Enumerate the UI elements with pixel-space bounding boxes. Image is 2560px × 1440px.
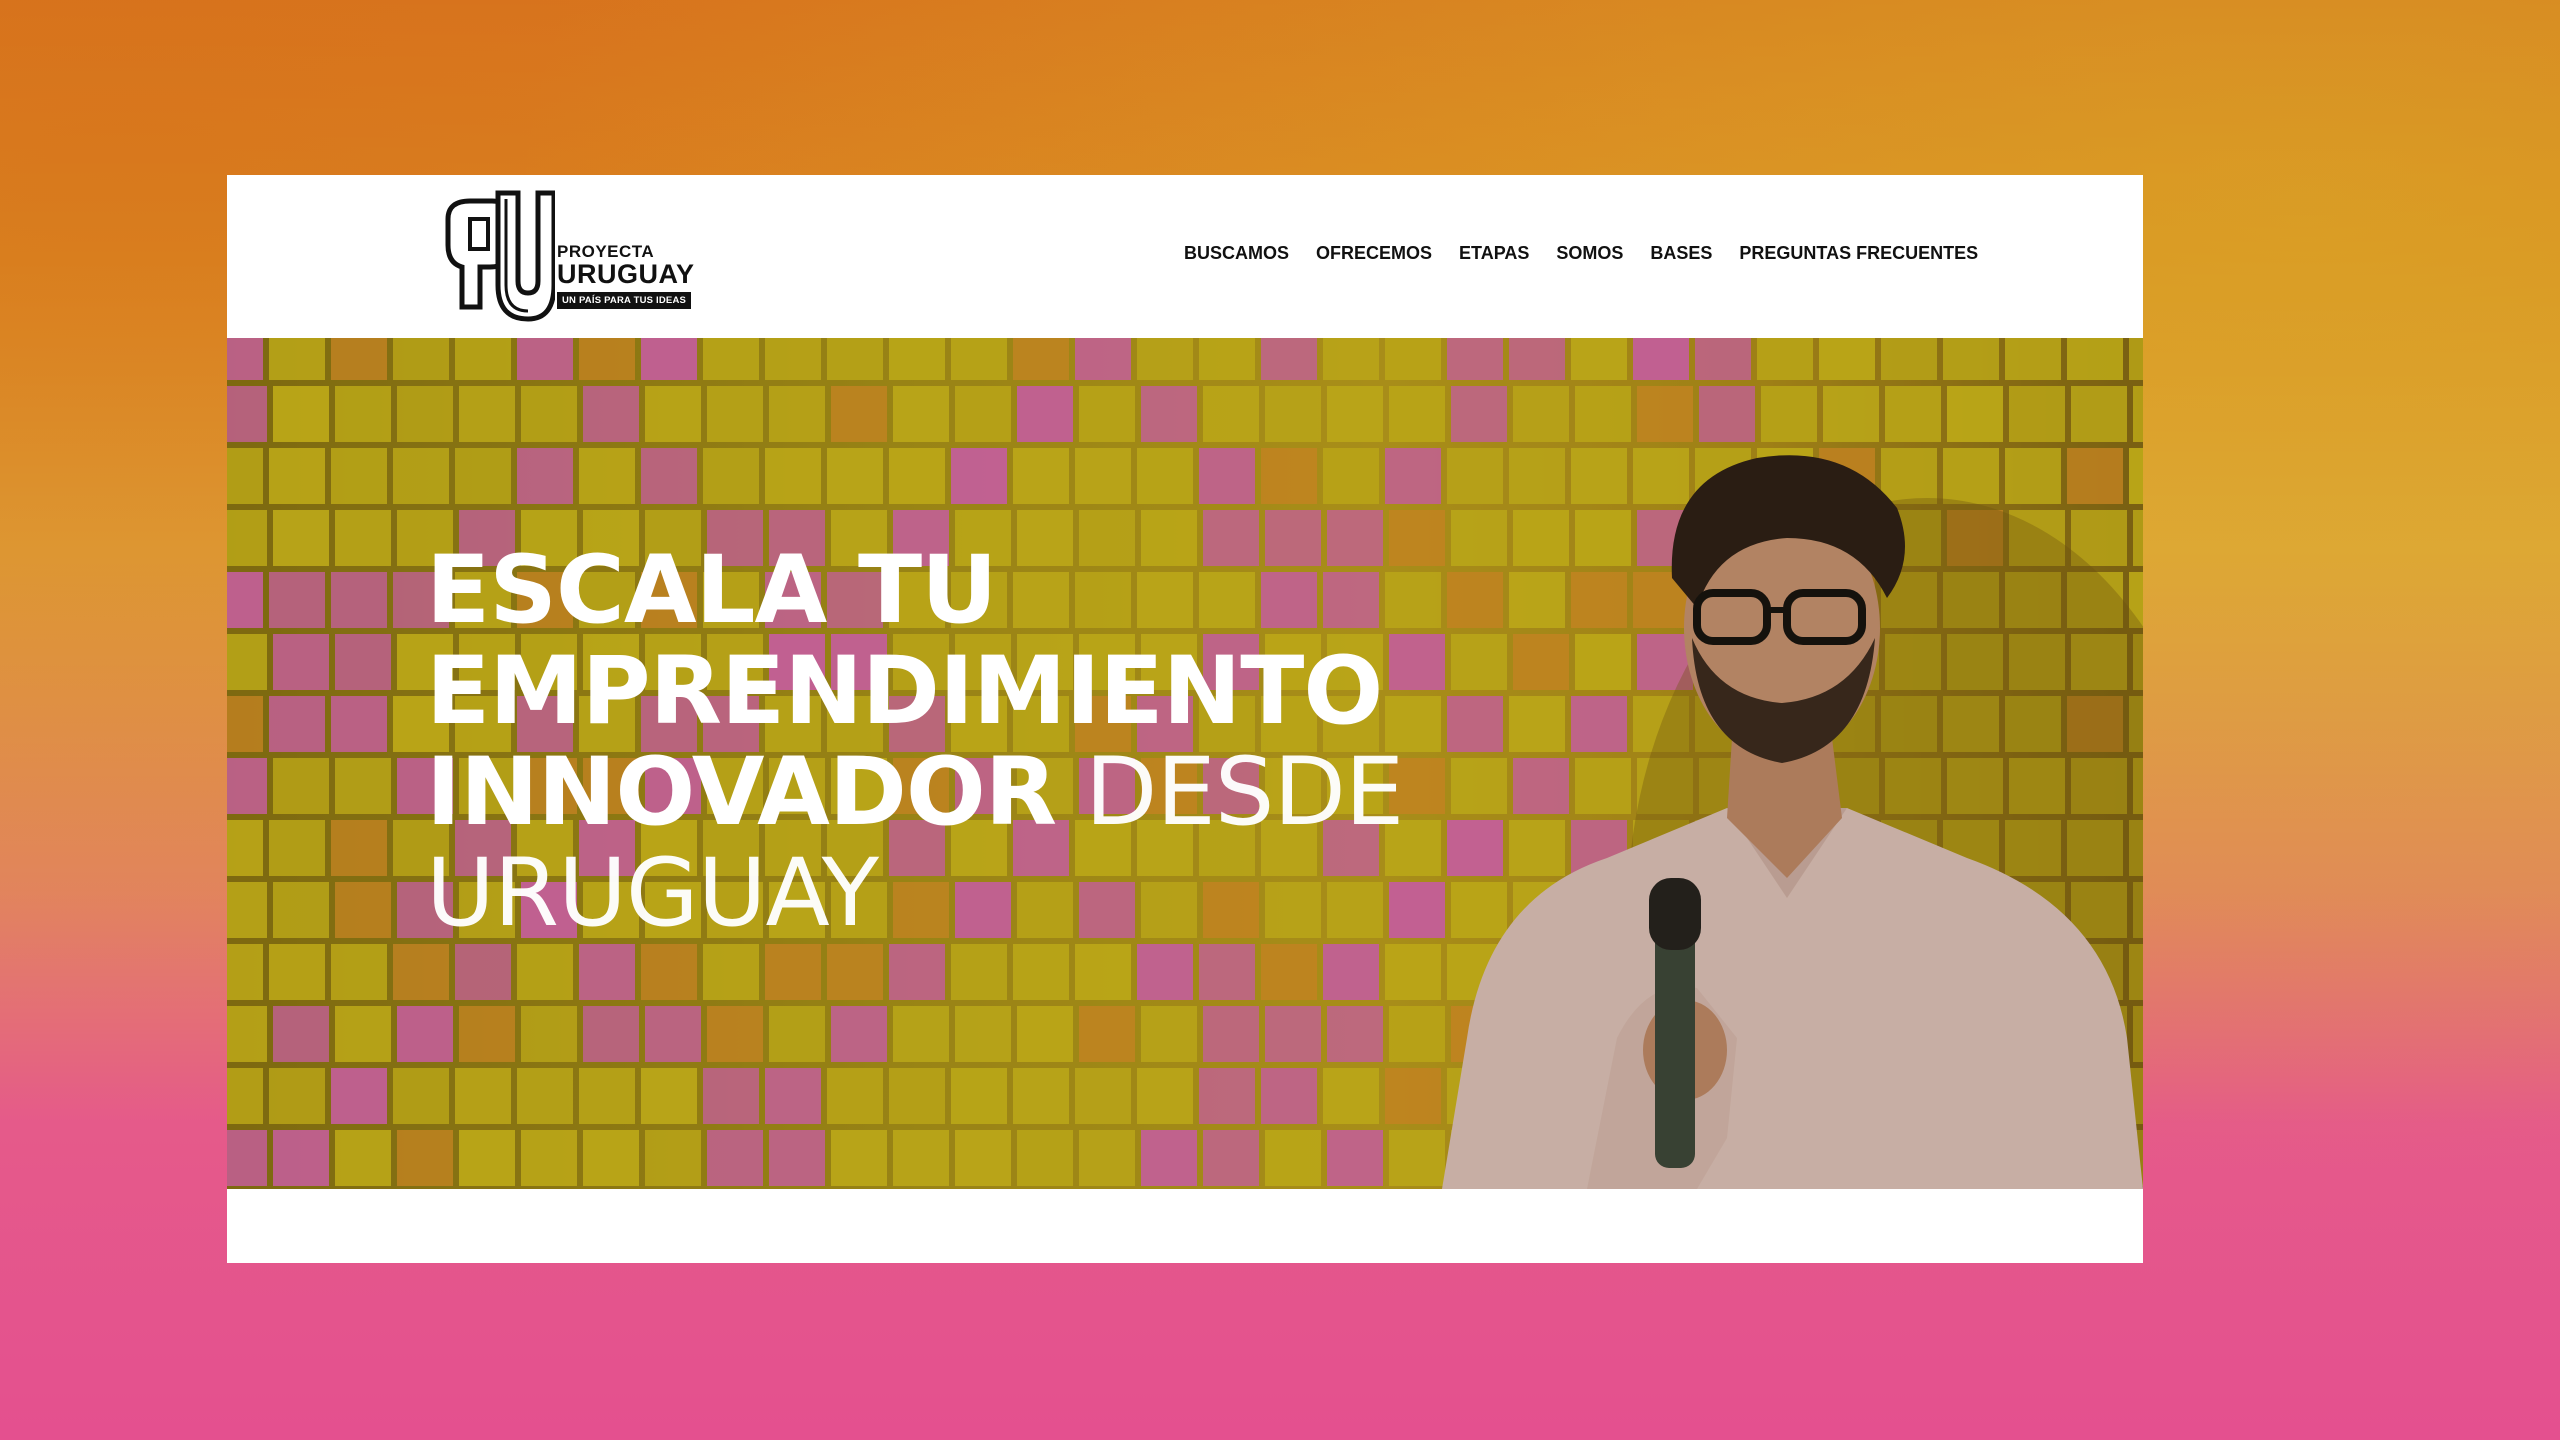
headline-line-4-light: URUGUAY: [426, 839, 879, 948]
nav-item-somos[interactable]: SOMOS: [1556, 243, 1623, 264]
below-hero-strip: [227, 1189, 2143, 1263]
pu-logo-icon: [445, 190, 557, 322]
website-screenshot-frame: PROYECTA URUGUAY UN PAÍS PARA TUS IDEAS …: [227, 175, 2143, 1263]
nav-item-etapas[interactable]: ETAPAS: [1459, 243, 1529, 264]
nav-item-buscamos[interactable]: BUSCAMOS: [1184, 243, 1289, 264]
site-header: PROYECTA URUGUAY UN PAÍS PARA TUS IDEAS …: [227, 175, 2143, 338]
main-nav: BUSCAMOS OFRECEMOS ETAPAS SOMOS BASES PR…: [1184, 243, 1978, 264]
headline-line-2: EMPRENDIMIENTO: [426, 637, 1383, 746]
nav-item-ofrecemos[interactable]: OFRECEMOS: [1316, 243, 1432, 264]
headline-line-1: ESCALA TU: [426, 536, 997, 645]
hero-headline: ESCALA TU EMPRENDIMIENTO INNOVADOR DESDE…: [426, 540, 1404, 944]
hero-banner: ESCALA TU EMPRENDIMIENTO INNOVADOR DESDE…: [227, 338, 2143, 1189]
brand-name-main: URUGUAY: [557, 259, 695, 289]
nav-item-preguntas-frecuentes[interactable]: PREGUNTAS FRECUENTES: [1739, 243, 1978, 264]
brand-tagline: UN PAÍS PARA TUS IDEAS: [557, 292, 692, 309]
headline-line-3-bold: INNOVADOR: [426, 738, 1057, 847]
nav-item-bases[interactable]: BASES: [1650, 243, 1712, 264]
headline-line-3-light: DESDE: [1085, 738, 1404, 847]
site-logo[interactable]: PROYECTA URUGUAY UN PAÍS PARA TUS IDEAS: [440, 189, 710, 329]
